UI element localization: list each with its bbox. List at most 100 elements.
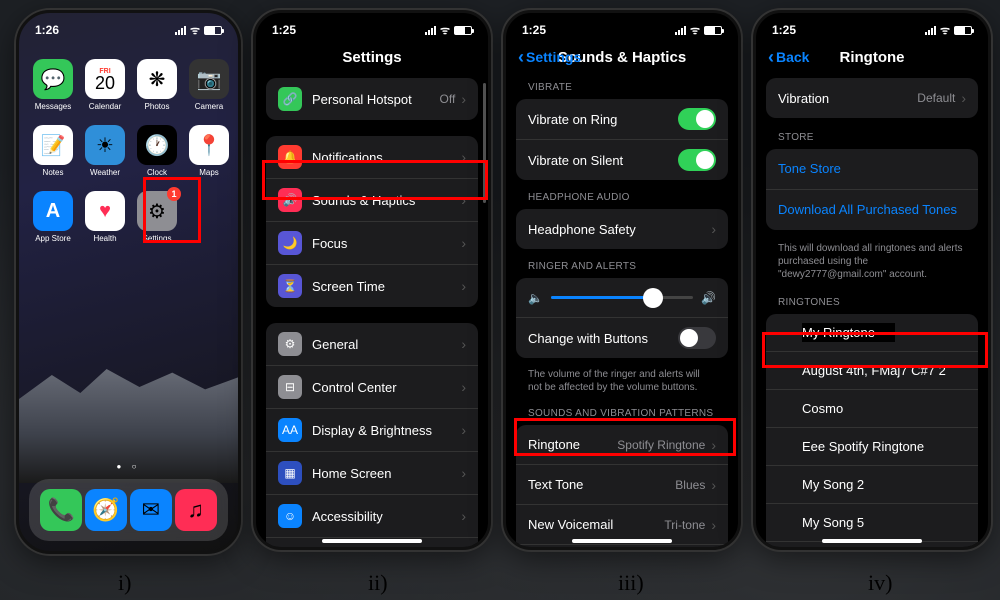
chevron-left-icon: ‹ xyxy=(518,50,524,64)
section-header: STORE xyxy=(766,128,978,149)
chevron-right-icon: › xyxy=(461,379,466,395)
chevron-right-icon: › xyxy=(461,149,466,165)
section-footer: The volume of the ringer and alerts will… xyxy=(516,362,728,394)
sound-row-new-mail[interactable]: New MailAurora› xyxy=(516,545,728,550)
chevron-right-icon: › xyxy=(711,437,716,453)
app-settings[interactable]: ⚙1Settings xyxy=(137,191,177,243)
home-indicator[interactable] xyxy=(322,539,422,543)
battery-icon xyxy=(204,26,222,35)
row-icon: 🔗 xyxy=(278,87,302,111)
settings-row-display-brightness[interactable]: AADisplay & Brightness› xyxy=(266,409,478,452)
chevron-right-icon: › xyxy=(461,91,466,107)
volume-slider[interactable] xyxy=(551,296,693,299)
dock-safari[interactable]: 🧭 xyxy=(85,489,127,531)
ringtone-item[interactable]: Post Malone - Better Now xyxy=(766,542,978,550)
ringtone-item[interactable]: My Song 5 xyxy=(766,504,978,542)
chevron-right-icon: › xyxy=(461,192,466,208)
ringtone-item[interactable]: Cosmo xyxy=(766,390,978,428)
settings-row-sounds-haptics[interactable]: 🔊Sounds & Haptics› xyxy=(266,179,478,222)
ringtone-item[interactable]: August 4th, FMaj7 C#7 2 xyxy=(766,352,978,390)
settings-row-personal-hotspot[interactable]: 🔗Personal HotspotOff› xyxy=(266,78,478,120)
phone-home-screen: 1:26 ᯤ 💬Messages FRI20Calendar ❋Photos 📷Cam… xyxy=(16,10,241,554)
battery-icon xyxy=(454,26,472,35)
toggle[interactable] xyxy=(678,108,716,130)
volume-high-icon: 🔊 xyxy=(701,291,716,305)
ringtone-item[interactable]: My Ringtone xyxy=(766,314,978,352)
vibration-row[interactable]: VibrationDefault› xyxy=(766,78,978,118)
chevron-right-icon: › xyxy=(461,278,466,294)
phone-settings-list: 1:25 ᯤ Settings 🔗Personal HotspotOff› 🔔N… xyxy=(253,10,491,550)
settings-row-screen-time[interactable]: ⏳Screen Time› xyxy=(266,265,478,307)
sound-row-ringtone[interactable]: RingtoneSpotify Ringtone› xyxy=(516,425,728,465)
download-tones-link[interactable]: Download All Purchased Tones xyxy=(766,190,978,230)
page-title: Ringtone xyxy=(840,49,905,66)
page-indicator[interactable]: ● ○ xyxy=(19,462,238,471)
page-title: Settings xyxy=(256,41,488,78)
app-weather[interactable]: ☀Weather xyxy=(85,125,125,177)
ringtone-item[interactable]: Eee Spotify Ringtone xyxy=(766,428,978,466)
status-bar: 1:26 ᯤ xyxy=(19,13,238,41)
cellular-icon xyxy=(175,26,186,35)
settings-row-accessibility[interactable]: ☺Accessibility› xyxy=(266,495,478,538)
home-indicator[interactable] xyxy=(822,539,922,543)
battery-icon xyxy=(954,26,972,35)
row-icon: ☺ xyxy=(278,504,302,528)
app-health[interactable]: ♥Health xyxy=(85,191,125,243)
vibrate-row[interactable]: Vibrate on Silent xyxy=(516,140,728,180)
back-button[interactable]: ‹Back xyxy=(768,49,809,65)
app-calendar[interactable]: FRI20Calendar xyxy=(85,59,125,111)
status-bar: 1:25 ᯤ xyxy=(256,13,488,41)
tone-store-link[interactable]: Tone Store xyxy=(766,149,978,190)
chevron-right-icon: › xyxy=(961,90,966,106)
row-icon: ⊟ xyxy=(278,375,302,399)
chevron-left-icon: ‹ xyxy=(768,50,774,64)
headphone-safety-row[interactable]: Headphone Safety› xyxy=(516,209,728,249)
app-camera[interactable]: 📷Camera xyxy=(189,59,229,111)
settings-row-notifications[interactable]: 🔔Notifications› xyxy=(266,136,478,179)
scrollbar[interactable] xyxy=(483,83,486,203)
row-icon: ⏳ xyxy=(278,274,302,298)
section-header: SOUNDS AND VIBRATION PATTERNS xyxy=(516,404,728,425)
status-time: 1:25 xyxy=(772,23,796,37)
sound-row-text-tone[interactable]: Text ToneBlues› xyxy=(516,465,728,505)
phone-ringtone-picker: 1:25 ᯤ ‹Back Ringtone VibrationDefault› … xyxy=(753,10,991,550)
settings-row-general[interactable]: ⚙General› xyxy=(266,323,478,366)
row-icon: 🔔 xyxy=(278,145,302,169)
wifi-icon: ᯤ xyxy=(940,23,950,38)
section-header: RINGER AND ALERTS xyxy=(516,257,728,278)
chevron-right-icon: › xyxy=(461,235,466,251)
vibrate-row[interactable]: Vibrate on Ring xyxy=(516,99,728,140)
change-with-buttons-row[interactable]: Change with Buttons xyxy=(516,318,728,358)
settings-row-focus[interactable]: 🌙Focus› xyxy=(266,222,478,265)
app-app-store[interactable]: AApp Store xyxy=(33,191,73,243)
back-button[interactable]: ‹Settings xyxy=(518,49,581,65)
row-icon: AA xyxy=(278,418,302,442)
settings-row-control-center[interactable]: ⊟Control Center› xyxy=(266,366,478,409)
app-messages[interactable]: 💬Messages xyxy=(33,59,73,111)
wifi-icon: ᯤ xyxy=(690,23,700,38)
cellular-icon xyxy=(675,26,686,35)
section-header: RINGTONES xyxy=(766,293,978,314)
settings-row-home-screen[interactable]: ▦Home Screen› xyxy=(266,452,478,495)
dock: 📞🧭✉♫ xyxy=(29,479,228,541)
phone-sounds-haptics: 1:25 ᯤ ‹Settings Sounds & Haptics VIBRAT… xyxy=(503,10,741,550)
app-photos[interactable]: ❋Photos xyxy=(137,59,177,111)
change-buttons-toggle[interactable] xyxy=(678,327,716,349)
home-indicator[interactable] xyxy=(572,539,672,543)
dock-music[interactable]: ♫ xyxy=(175,489,217,531)
step-label: ii) xyxy=(368,570,388,596)
toggle[interactable] xyxy=(678,149,716,171)
chevron-right-icon: › xyxy=(461,508,466,524)
app-notes[interactable]: 📝Notes xyxy=(33,125,73,177)
app-clock[interactable]: 🕐Clock xyxy=(137,125,177,177)
row-icon: ⚙ xyxy=(278,332,302,356)
app-maps[interactable]: 📍Maps xyxy=(189,125,229,177)
ringtone-item[interactable]: My Song 2 xyxy=(766,466,978,504)
dock-mail[interactable]: ✉ xyxy=(130,489,172,531)
chevron-right-icon: › xyxy=(461,465,466,481)
section-header: HEADPHONE AUDIO xyxy=(516,188,728,209)
dock-phone[interactable]: 📞 xyxy=(40,489,82,531)
wifi-icon: ᯤ xyxy=(190,23,200,38)
chevron-right-icon: › xyxy=(461,336,466,352)
step-label: iii) xyxy=(618,570,644,596)
